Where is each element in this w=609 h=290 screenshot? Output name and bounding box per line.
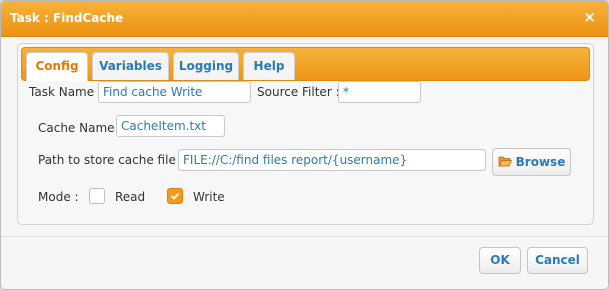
checkmark-icon xyxy=(170,192,180,200)
dialog-title: Task : FindCache xyxy=(10,11,124,25)
task-name-label: Task Name : xyxy=(29,85,102,99)
task-name-input[interactable]: Find cache Write xyxy=(98,81,251,103)
tab-help[interactable]: Help xyxy=(243,52,295,80)
read-label: Read xyxy=(115,190,146,204)
source-filter-label: Source Filter : xyxy=(257,85,340,99)
ok-button[interactable]: OK xyxy=(479,247,521,274)
dialog-titlebar: Task : FindCache × xyxy=(1,1,608,37)
tab-variables[interactable]: Variables xyxy=(92,52,169,80)
tab-bar: Config Variables Logging Help xyxy=(21,47,590,81)
read-checkbox[interactable] xyxy=(89,188,105,204)
tab-config[interactable]: Config xyxy=(26,52,88,81)
path-input[interactable]: FILE://C:/find files report/{username} xyxy=(178,149,486,171)
mode-label: Mode : xyxy=(38,190,79,204)
folder-open-icon xyxy=(498,150,512,176)
cache-name-input[interactable]: CacheItem.txt xyxy=(116,115,225,137)
write-checkbox[interactable] xyxy=(167,188,183,204)
source-filter-input[interactable]: * xyxy=(338,81,421,103)
tab-logging[interactable]: Logging xyxy=(173,52,239,80)
cache-name-label: Cache Name : xyxy=(38,121,123,135)
path-label: Path to store cache file : xyxy=(38,153,184,167)
cancel-button[interactable]: Cancel xyxy=(527,247,588,274)
browse-label: Browse xyxy=(515,155,566,169)
write-label: Write xyxy=(193,190,225,204)
close-icon[interactable]: × xyxy=(583,9,596,25)
footer-divider xyxy=(1,236,608,237)
browse-button[interactable]: Browse xyxy=(492,148,571,176)
find-cache-dialog: Task : FindCache × Config Variables Logg… xyxy=(0,0,609,290)
